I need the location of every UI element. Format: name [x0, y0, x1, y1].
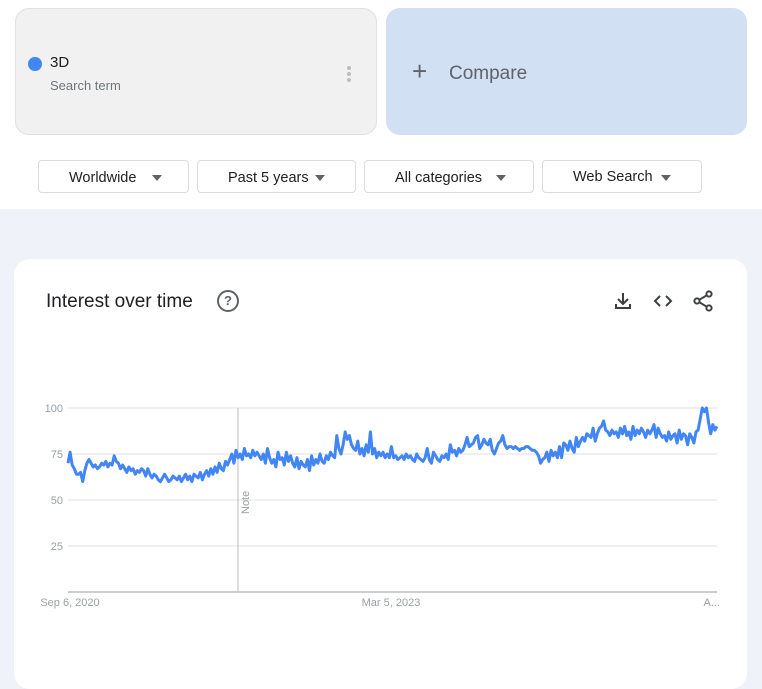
interest-over-time-card: Interest over time ? 100 75 50 25 Note Sep 6,… — [14, 259, 747, 689]
dropdown-caret-icon — [496, 175, 506, 181]
compare-button[interactable]: + Compare — [386, 8, 747, 135]
y-tick-label: 100 — [45, 403, 63, 415]
filter-location[interactable]: Worldwide — [38, 160, 189, 193]
filter-time-range-label: Past 5 years — [228, 170, 309, 186]
note-marker-label: Note — [240, 491, 252, 514]
x-tick-label: A... — [703, 597, 720, 609]
filter-location-label: Worldwide — [69, 170, 137, 186]
plus-icon: + — [412, 56, 428, 86]
term-color-dot — [28, 57, 42, 71]
filter-time-range[interactable]: Past 5 years — [197, 160, 356, 193]
filters-bar: Worldwide Past 5 years All categories We… — [14, 145, 747, 209]
dropdown-caret-icon — [661, 175, 671, 181]
interest-line-chart: 100 75 50 25 Note Sep 6, 2020 Mar 5, 2023 A... — [40, 403, 720, 609]
search-term-card[interactable]: 3D Search term — [15, 8, 377, 135]
search-term-subtitle: Search term — [50, 78, 121, 93]
filter-search-type-label: Web Search — [573, 169, 653, 185]
x-tick-label: Mar 5, 2023 — [362, 597, 421, 609]
y-tick-label: 50 — [51, 495, 63, 507]
filter-search-type[interactable]: Web Search — [542, 160, 702, 193]
y-tick-label: 25 — [51, 541, 63, 553]
filter-category[interactable]: All categories — [364, 160, 534, 193]
filter-category-label: All categories — [395, 170, 483, 186]
series-line — [66, 406, 719, 484]
x-tick-label: Sep 6, 2020 — [40, 597, 99, 609]
dropdown-caret-icon — [315, 175, 325, 181]
y-tick-label: 75 — [51, 449, 63, 461]
more-vert-icon[interactable] — [342, 64, 356, 84]
compare-label: Compare — [449, 63, 528, 84]
search-term-name[interactable]: 3D — [50, 54, 69, 71]
dropdown-caret-icon — [152, 175, 162, 181]
